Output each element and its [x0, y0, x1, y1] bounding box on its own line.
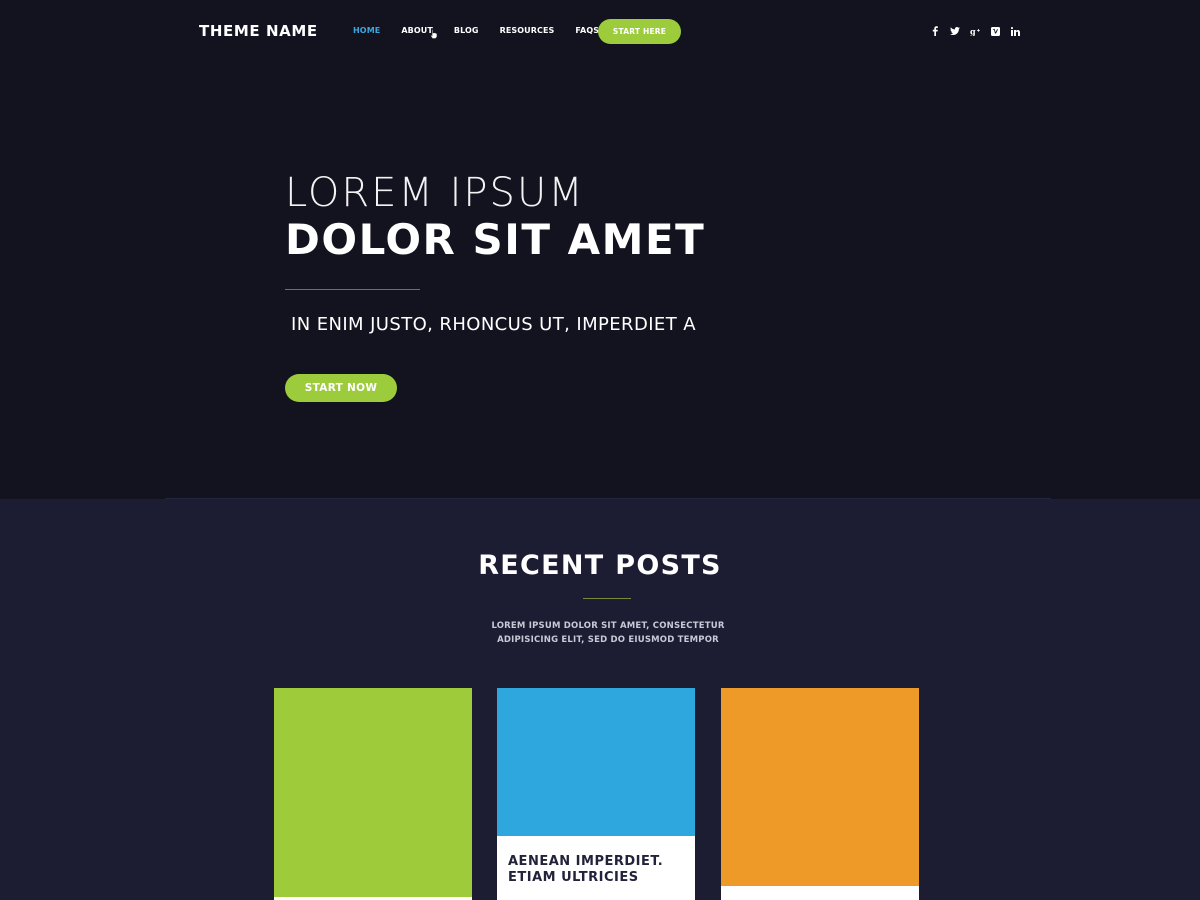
vimeo-icon[interactable] — [988, 24, 1002, 38]
hero-heading-line1: LOREM IPSUM — [285, 170, 585, 216]
hero-subtitle: IN ENIM JUSTO, RHONCUS UT, IMPERDIET A — [291, 314, 696, 335]
post-card-image[interactable] — [497, 688, 695, 836]
post-card-title[interactable]: AENEAN IMPERDIET. ETIAM ULTRICIES — [508, 854, 663, 886]
hero-divider — [285, 289, 420, 290]
svg-text:g: g — [970, 27, 976, 36]
recent-posts-divider — [583, 598, 631, 599]
nav-item-blog[interactable]: BLOG — [454, 26, 479, 35]
linkedin-icon[interactable] — [1008, 24, 1022, 38]
post-card-image[interactable] — [721, 688, 919, 886]
recent-posts-description-line2: ADIPISICING ELIT, SED DO EIUSMOD TEMPOR — [497, 635, 719, 645]
post-card-body — [721, 886, 919, 900]
post-card-body: AENEAN IMPERDIET. ETIAM ULTRICIES — [497, 836, 695, 900]
nav-item-about[interactable]: ABOUT — [401, 26, 438, 39]
nav-item-about-label: ABOUT — [401, 26, 433, 35]
twitter-icon[interactable] — [948, 24, 962, 38]
recent-posts-description: LOREM IPSUM DOLOR SIT AMET, CONSECTETUR … — [0, 619, 1200, 647]
hand-cursor-icon — [430, 29, 438, 39]
site-logo[interactable]: THEME NAME — [199, 22, 318, 40]
nav-item-resources[interactable]: RESOURCES — [500, 26, 555, 35]
recent-posts-title: RECENT POSTS — [478, 550, 722, 581]
top-navigation: THEME NAME HOME ABOUT BLOG RESOURCES FAQ… — [0, 0, 1200, 62]
main-menu: HOME ABOUT BLOG RESOURCES FAQS — [353, 26, 620, 39]
post-card-title-line2: ETIAM ULTRICIES — [508, 870, 639, 885]
nav-item-home[interactable]: HOME — [353, 26, 380, 35]
post-card[interactable]: AENEAN IMPERDIET. ETIAM ULTRICIES — [497, 688, 695, 900]
hero-heading-line2: DOLOR SIT AMET — [285, 215, 706, 264]
social-links: g — [928, 24, 1028, 38]
start-now-button[interactable]: START NOW — [285, 374, 397, 402]
google-plus-icon[interactable]: g — [968, 24, 982, 38]
post-card[interactable] — [274, 688, 472, 900]
recent-posts-description-line1: LOREM IPSUM DOLOR SIT AMET, CONSECTETUR — [491, 621, 725, 631]
post-card-title-line1: AENEAN IMPERDIET. — [508, 854, 664, 869]
hero-heading-line1-text: LOREM IPSUM — [285, 170, 585, 216]
facebook-icon[interactable] — [928, 24, 942, 38]
post-card[interactable] — [721, 688, 919, 900]
post-card-image[interactable] — [274, 688, 472, 897]
start-here-button[interactable]: START HERE — [598, 19, 681, 44]
nav-item-faqs[interactable]: FAQS — [575, 26, 599, 35]
